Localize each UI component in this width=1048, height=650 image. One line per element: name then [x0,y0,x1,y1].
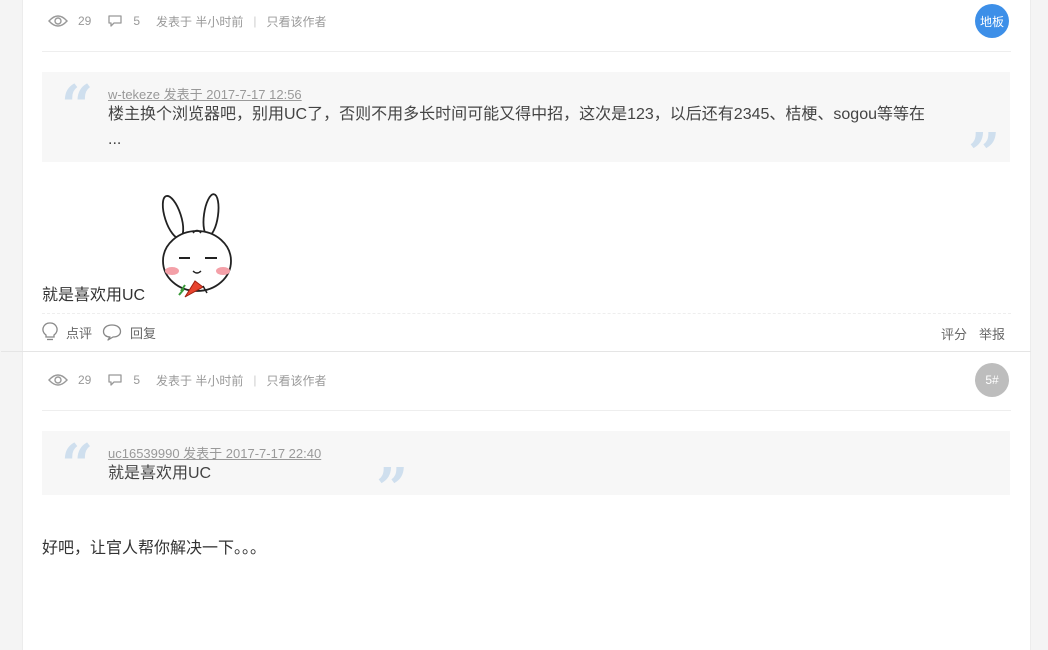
quote-text-line1: 就是喜欢用UC [108,465,212,482]
post-content: 就是喜欢用UC [42,287,146,304]
reply-count: 5 [133,14,141,28]
floor-badge[interactable]: 地板 [975,4,1009,38]
post-time: 发表于 半小时前 [156,373,244,388]
post-time: 发表于 半小时前 [156,14,244,29]
reply-bubble-icon [102,324,122,341]
comment-button[interactable]: 点评 [42,322,92,342]
quote-author-link[interactable]: uc16539990 发表于 2017-7-17 22:40 [108,443,321,462]
post-floor-4: 29 5 发表于 半小时前 | 只看该作者 地板 “ w-tekeze 发表于 … [1,0,1031,352]
only-author-link[interactable]: 只看该作者 [267,13,327,30]
quote-text-line1: 楼主换个浏览器吧，别用UC了，否则不用多长时间可能又得中招，这次是123，以后还… [108,106,925,123]
post-meta: 29 5 发表于 半小时前 | 只看该作者 [48,370,327,390]
post-meta: 29 5 发表于 半小时前 | 只看该作者 [48,11,327,31]
post-floor-5: 29 5 发表于 半小时前 | 只看该作者 5# “ uc16539990 发表… [23,352,1030,650]
reply-count: 5 [133,373,141,387]
view-count: 29 [78,373,92,387]
quote-author-link[interactable]: w-tekeze 发表于 2017-7-17 12:56 [108,84,302,103]
quote-open-icon: “ [61,73,94,139]
rate-link[interactable]: 评分 [941,324,967,343]
eye-icon [48,14,68,28]
post-content: 好吧，让官人帮你解决一下。。。 [42,540,267,557]
comment-icon [107,373,123,387]
quote-block: “ w-tekeze 发表于 2017-7-17 12:56 楼主换个浏览器吧，… [42,72,1010,182]
floor-badge[interactable]: 5# [975,363,1009,397]
view-count: 29 [78,14,92,28]
meta-separator: | [253,14,257,28]
rabbit-sticker [157,193,239,299]
quote-open-icon: “ [61,432,94,498]
quote-close-icon: ” [376,456,409,522]
eye-icon [48,373,68,387]
meta-divider [42,410,1011,411]
report-link[interactable]: 举报 [979,324,1005,343]
meta-separator: | [253,373,257,387]
content-divider [42,313,1011,314]
quote-close-icon: ” [968,121,1001,187]
post-right-actions: 评分 举报 [941,324,1005,343]
only-author-link[interactable]: 只看该作者 [267,372,327,389]
post-actions: 点评 回复 [42,322,166,342]
quote-block: “ uc16539990 发表于 2017-7-17 22:40 就是喜欢用UC… [42,431,1010,517]
comment-icon [107,14,123,28]
meta-divider [42,51,1011,52]
comment-label: 点评 [66,325,93,341]
reply-button[interactable]: 回复 [102,323,156,342]
thread-page: 29 5 发表于 半小时前 | 只看该作者 地板 “ w-tekeze 发表于 … [1,0,1031,650]
reply-label: 回复 [130,325,157,341]
quote-text-line2: ... [108,131,122,148]
lightbulb-icon [42,322,58,341]
